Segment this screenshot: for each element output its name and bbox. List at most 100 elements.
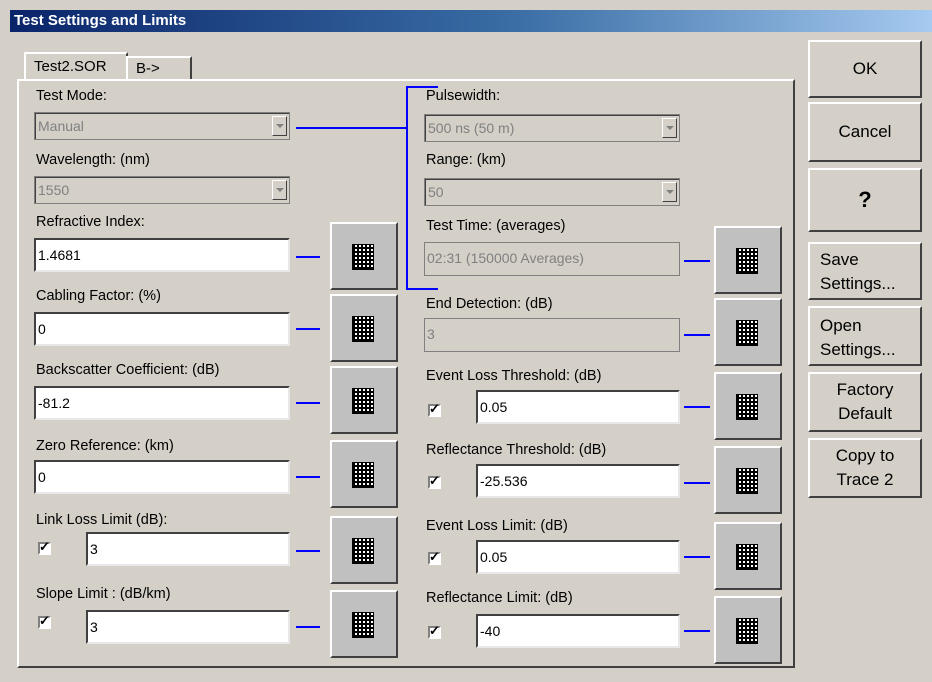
connector-line — [296, 127, 408, 129]
event-loss-limit-input[interactable]: 0.05 — [476, 540, 680, 574]
keypad-button-event-loss-threshold[interactable] — [714, 372, 782, 440]
keypad-button-cabling-factor[interactable] — [330, 294, 398, 362]
connector-line — [296, 550, 320, 552]
keypad-icon — [736, 468, 758, 494]
cancel-button[interactable]: Cancel — [808, 102, 922, 162]
open-label: Open — [820, 316, 862, 335]
keypad-button-end-detection[interactable] — [714, 298, 782, 366]
wavelength-select[interactable]: 1550 — [34, 176, 290, 204]
tab-test2-sor[interactable]: Test2.SOR — [24, 52, 128, 80]
keypad-icon — [736, 618, 758, 644]
link-loss-limit-label: Link Loss Limit (dB): — [36, 512, 168, 528]
keypad-icon — [352, 316, 374, 342]
end-detection-label: End Detection: (dB) — [426, 296, 553, 312]
keypad-button-reflectance-limit[interactable] — [714, 596, 782, 664]
keypad-button-reflectance-threshold[interactable] — [714, 446, 782, 514]
cabling-factor-label: Cabling Factor: (%) — [36, 288, 161, 304]
event-loss-threshold-label: Event Loss Threshold: (dB) — [426, 368, 602, 384]
slope-limit-input[interactable]: 3 — [86, 610, 290, 644]
title-bar: Test Settings and Limits — [0, 0, 932, 32]
connector-line — [684, 406, 710, 408]
keypad-button-test-time[interactable] — [714, 226, 782, 294]
keypad-button-backscatter[interactable] — [330, 366, 398, 434]
event-loss-threshold-checkbox[interactable] — [428, 401, 441, 417]
test-time-value: 02:31 (150000 Averages) — [427, 250, 584, 266]
tab-label: B-> — [136, 60, 160, 77]
save-label: Save — [820, 250, 859, 269]
chevron-down-icon[interactable] — [662, 182, 677, 202]
pulsewidth-value: 500 ns (50 m) — [428, 120, 515, 136]
connector-line — [684, 556, 710, 558]
backscatter-input[interactable]: -81.2 — [34, 386, 290, 420]
keypad-button-event-loss-limit[interactable] — [714, 522, 782, 590]
connector-line — [296, 626, 320, 628]
tab-b-next[interactable]: B-> — [126, 56, 192, 80]
cabling-factor-value: 0 — [38, 321, 46, 337]
chevron-down-icon[interactable] — [272, 180, 287, 200]
keypad-icon — [352, 538, 374, 564]
connector-line — [296, 256, 320, 258]
backscatter-label: Backscatter Coefficient: (dB) — [36, 362, 220, 378]
cancel-label: Cancel — [838, 122, 892, 141]
reflectance-threshold-checkbox[interactable] — [428, 473, 441, 489]
slope-limit-label: Slope Limit : (dB/km) — [36, 586, 171, 602]
keypad-button-slope-limit[interactable] — [330, 590, 398, 658]
keypad-button-link-loss-limit[interactable] — [330, 516, 398, 584]
keypad-icon — [736, 394, 758, 420]
keypad-button-zero-reference[interactable] — [330, 440, 398, 508]
slope-limit-value: 3 — [90, 619, 98, 635]
end-detection-input[interactable]: 3 — [424, 318, 680, 352]
keypad-button-refractive-index[interactable] — [330, 222, 398, 290]
pulsewidth-select[interactable]: 500 ns (50 m) — [424, 114, 680, 142]
help-button[interactable]: ? — [808, 168, 922, 232]
factory-default-button[interactable]: Factory Default — [808, 372, 922, 432]
factory-label: Factory — [836, 380, 894, 399]
cabling-factor-input[interactable]: 0 — [34, 312, 290, 346]
open-settings-button[interactable]: Open Settings... — [808, 306, 922, 366]
link-loss-limit-checkbox[interactable] — [38, 539, 51, 555]
connector-line — [684, 482, 710, 484]
keypad-icon — [736, 320, 758, 346]
event-loss-limit-value: 0.05 — [480, 549, 508, 565]
settings-label: Settings... — [820, 340, 896, 359]
refractive-index-value: 1.4681 — [38, 247, 81, 263]
reflectance-limit-input[interactable]: -40 — [476, 614, 680, 648]
reflectance-threshold-value: -25.536 — [480, 473, 528, 489]
link-loss-limit-input[interactable]: 3 — [86, 532, 290, 566]
keypad-icon — [352, 612, 374, 638]
connector-line — [684, 260, 710, 262]
refractive-index-input[interactable]: 1.4681 — [34, 238, 290, 272]
keypad-icon — [736, 544, 758, 570]
connector-line — [406, 288, 438, 290]
reflectance-limit-checkbox[interactable] — [428, 623, 441, 639]
save-settings-button[interactable]: Save Settings... — [808, 242, 922, 300]
slope-limit-checkbox[interactable] — [38, 613, 51, 629]
zero-reference-value: 0 — [38, 469, 46, 485]
copy-to-trace-button[interactable]: Copy to Trace 2 — [808, 438, 922, 498]
test-time-input[interactable]: 02:31 (150000 Averages) — [424, 242, 680, 276]
range-select[interactable]: 50 — [424, 178, 680, 206]
end-detection-value: 3 — [427, 326, 435, 342]
reflectance-limit-value: -40 — [480, 623, 501, 639]
connector-line — [684, 630, 710, 632]
event-loss-threshold-input[interactable]: 0.05 — [476, 390, 680, 424]
event-loss-limit-label: Event Loss Limit: (dB) — [426, 518, 568, 534]
window-title: Test Settings and Limits — [14, 12, 187, 29]
ok-button[interactable]: OK — [808, 40, 922, 98]
range-value: 50 — [428, 184, 444, 200]
connector-line — [684, 334, 710, 336]
backscatter-value: -81.2 — [38, 395, 70, 411]
zero-reference-input[interactable]: 0 — [34, 460, 290, 494]
chevron-down-icon[interactable] — [662, 118, 677, 138]
default-label: Default — [838, 404, 892, 423]
wavelength-label: Wavelength: (nm) — [36, 152, 150, 168]
connector-line — [296, 476, 320, 478]
keypad-icon — [736, 248, 758, 274]
help-label: ? — [858, 187, 872, 212]
chevron-down-icon[interactable] — [272, 116, 287, 136]
test-mode-select[interactable]: Manual — [34, 112, 290, 140]
connector-line — [296, 402, 320, 404]
copy-to-label: Copy to — [835, 446, 895, 465]
event-loss-limit-checkbox[interactable] — [428, 549, 441, 565]
reflectance-threshold-input[interactable]: -25.536 — [476, 464, 680, 498]
